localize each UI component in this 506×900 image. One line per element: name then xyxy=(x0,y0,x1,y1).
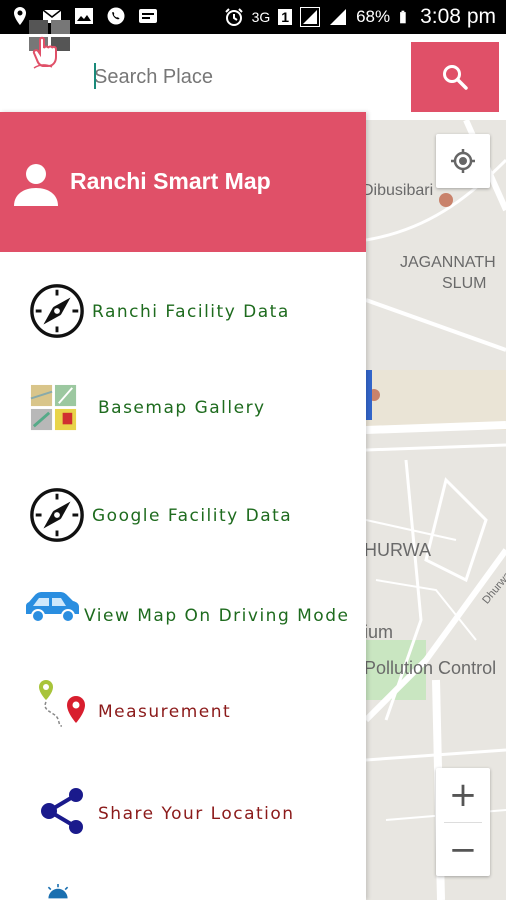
zoom-control: + − xyxy=(436,768,490,876)
whatsapp-icon xyxy=(107,7,125,25)
battery-percent: 68% xyxy=(356,7,391,26)
user-avatar-icon xyxy=(14,164,58,206)
menu-item-measurement[interactable]: Measurement xyxy=(0,678,366,738)
navigation-drawer: Ranchi Smart Map Ranchi Facility Data Ba… xyxy=(0,112,366,900)
menu-item-label: View Map On Driving Mode xyxy=(84,606,350,626)
menu-item-label: Google Facility Data xyxy=(92,506,293,526)
basemap-gallery-icon xyxy=(30,384,77,431)
drawer-title: Ranchi Smart Map xyxy=(70,168,271,194)
battery-icon xyxy=(400,10,406,24)
signal-icon xyxy=(300,7,321,27)
signal-icon-2 xyxy=(330,9,347,25)
map-label-area: SLUM xyxy=(442,275,487,292)
menu-item-share-location[interactable]: Share Your Location xyxy=(0,786,366,846)
search-button[interactable] xyxy=(411,42,499,112)
menu-item-google-facility-data[interactable]: Google Facility Data xyxy=(0,486,366,546)
message-icon xyxy=(139,9,157,23)
search-icon xyxy=(443,65,468,90)
image-icon xyxy=(75,8,93,24)
menu-item-label: Basemap Gallery xyxy=(98,398,266,418)
map-label-area: Pollution Control xyxy=(366,658,497,678)
share-icon xyxy=(41,788,83,834)
alarm-icon xyxy=(224,8,243,26)
menu-item-basemap-gallery[interactable]: Basemap Gallery xyxy=(0,380,366,440)
map-pins-icon xyxy=(39,680,85,727)
menu-item-ranchi-facility-data[interactable]: Ranchi Facility Data xyxy=(0,282,366,342)
menu-item-driving-mode[interactable]: View Map On Driving Mode xyxy=(0,586,366,646)
light-icon xyxy=(47,884,69,899)
my-location-button[interactable] xyxy=(436,134,490,188)
clock: 3:08 pm xyxy=(420,5,496,28)
menu-item-label: Measurement xyxy=(98,702,232,722)
zoom-in-button[interactable]: + xyxy=(436,768,490,822)
compass-icon xyxy=(30,284,84,338)
zoom-out-button[interactable]: − xyxy=(436,823,490,877)
system-icons: 3G 1 68% 3:08 pm xyxy=(224,5,496,29)
map-label-area: ium xyxy=(366,622,394,642)
network-type: 3G xyxy=(251,9,271,25)
menu-item-label: Share Your Location xyxy=(98,804,295,824)
app-logo-icon[interactable] xyxy=(26,18,76,72)
map-label-area: Dibusibari xyxy=(366,182,434,199)
compass-icon xyxy=(30,488,84,542)
car-icon xyxy=(26,592,79,623)
drawer-header: Ranchi Smart Map xyxy=(0,112,366,252)
menu-item-label: Ranchi Facility Data xyxy=(92,302,290,322)
my-location-icon xyxy=(451,149,475,173)
map-label-area: HURWA xyxy=(366,540,431,560)
search-input[interactable] xyxy=(94,62,394,92)
sim-indicator: 1 xyxy=(278,9,293,25)
map-label-area: JAGANNATH xyxy=(400,254,496,271)
text-cursor xyxy=(94,63,96,89)
